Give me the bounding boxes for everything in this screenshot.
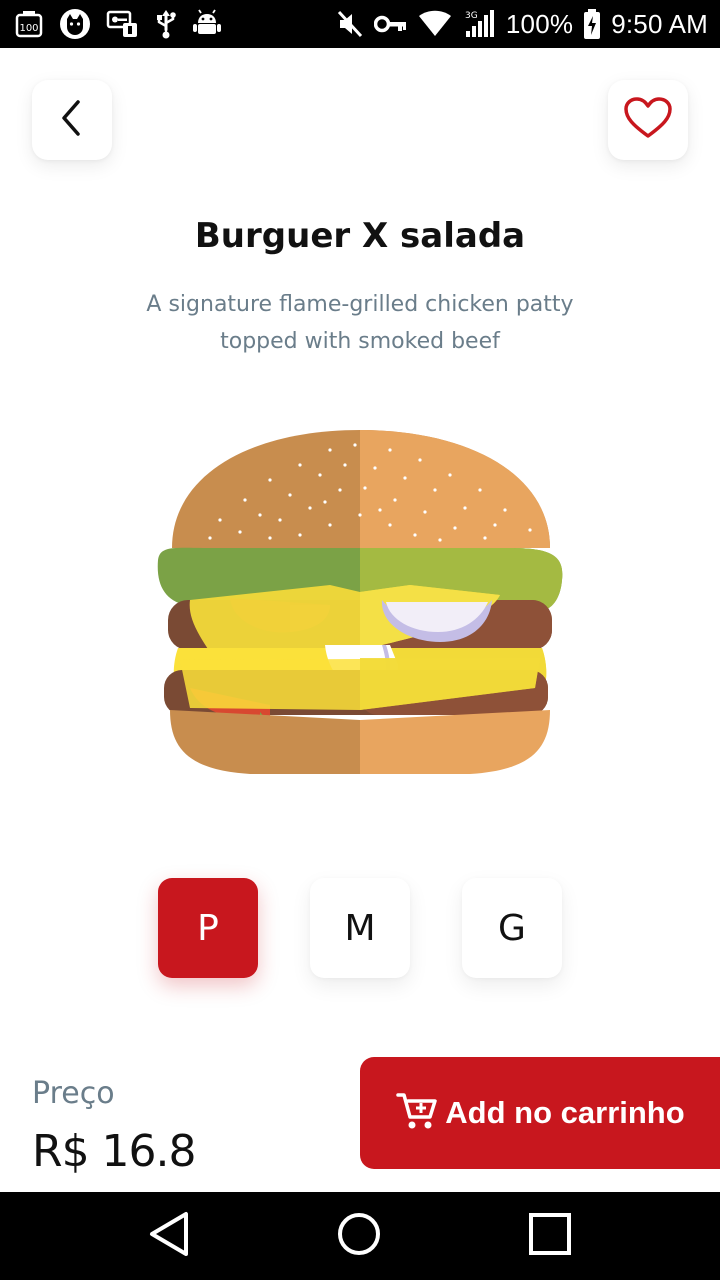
- favorite-button[interactable]: [608, 80, 688, 160]
- signal-icon: 3G: [462, 9, 496, 39]
- status-bar-right: 3G 100% 9:50 AM: [336, 6, 708, 42]
- android-icon: [192, 9, 222, 39]
- key-icon: [373, 13, 408, 35]
- badge-100-icon: 100: [14, 9, 44, 39]
- chevron-left-icon: [56, 98, 88, 143]
- vpn-key-icon: [106, 9, 140, 39]
- status-bar: 100 3G 100% 9:50 AM: [0, 0, 720, 48]
- svg-text:3G: 3G: [465, 11, 478, 21]
- product-description: A signature flame-grilled chicken patty …: [146, 292, 574, 354]
- nav-recents-button[interactable]: [524, 1210, 576, 1262]
- circle-home-icon: [335, 1210, 383, 1263]
- svg-text:100: 100: [19, 23, 38, 34]
- square-recents-icon: [526, 1210, 574, 1263]
- burger-illustration: [150, 420, 570, 790]
- price-label: Preço: [32, 1076, 115, 1111]
- add-to-cart-label: Add no carrinho: [445, 1095, 685, 1130]
- size-option-label: G: [498, 907, 526, 949]
- size-option-label: M: [344, 907, 376, 949]
- nav-back-button[interactable]: [144, 1210, 196, 1262]
- size-option-p[interactable]: P: [158, 878, 258, 978]
- wifi-icon: [418, 10, 452, 38]
- price-value: R$ 16.8: [32, 1126, 197, 1177]
- size-option-g[interactable]: G: [462, 878, 562, 978]
- cat-icon: [58, 7, 92, 41]
- mute-icon: [336, 9, 364, 39]
- add-to-cart-button[interactable]: Add no carrinho: [360, 1057, 720, 1169]
- usb-icon: [154, 8, 178, 40]
- nav-home-button[interactable]: [333, 1210, 385, 1262]
- product-title: Burguer X salada: [194, 216, 526, 256]
- clock: 9:50 AM: [611, 8, 708, 39]
- heart-outline-icon: [623, 96, 673, 145]
- navigation-bar: [0, 1192, 720, 1280]
- size-option-m[interactable]: M: [310, 878, 410, 978]
- status-bar-left: 100: [14, 6, 222, 42]
- size-selector: P M G: [0, 878, 720, 978]
- triangle-back-icon: [148, 1210, 192, 1263]
- battery-percentage: 100%: [505, 8, 574, 39]
- back-button[interactable]: [32, 80, 112, 160]
- cart-plus-icon: [395, 1089, 439, 1138]
- battery-charging-icon: [583, 8, 601, 40]
- size-option-label: P: [197, 907, 219, 949]
